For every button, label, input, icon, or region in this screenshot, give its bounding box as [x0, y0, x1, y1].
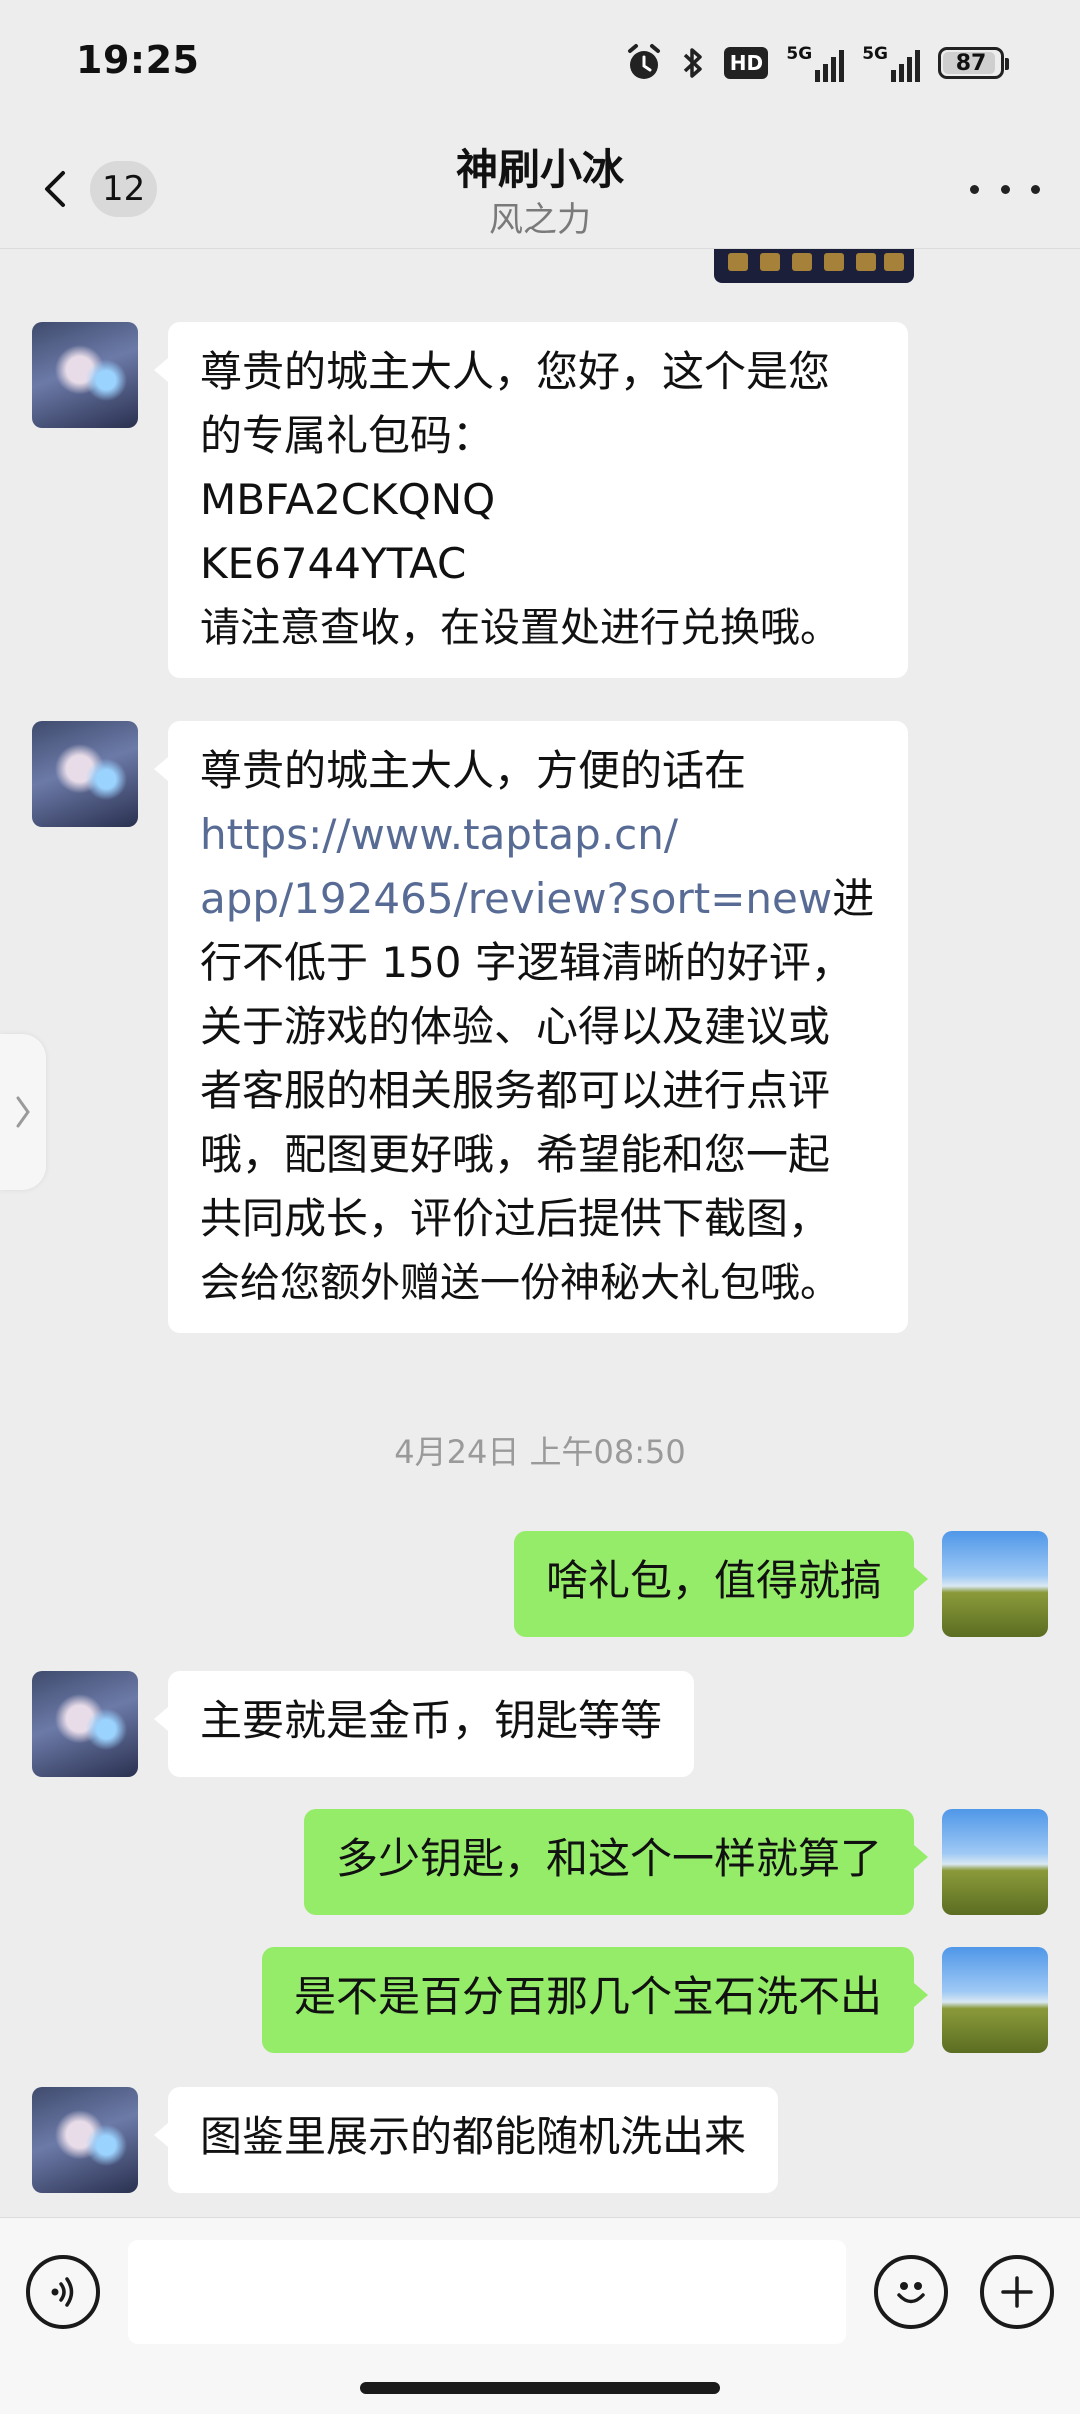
image-message-thumbnail[interactable] [714, 249, 914, 283]
chat-subtitle: 风之力 [489, 200, 591, 240]
alarm-icon [628, 44, 661, 79]
more-functions-button[interactable] [980, 2255, 1054, 2329]
more-dot-icon [970, 184, 979, 194]
message-text: 尊贵的城主大人，您好，这个是您 [200, 347, 831, 396]
contact-avatar[interactable] [32, 2087, 138, 2193]
outgoing-message[interactable]: 多少钥匙，和这个一样就算了 [303, 1809, 929, 1915]
emoji-icon [897, 2282, 925, 2304]
status-icons: HD 5G 5G 87 [626, 40, 1009, 86]
home-indicator[interactable] [360, 2382, 720, 2394]
review-link[interactable]: app/192465/review?sort=new [200, 874, 832, 923]
message-text: 进 [832, 874, 875, 923]
outgoing-message[interactable]: 是不是百分百那几个宝石洗不出 [261, 1947, 929, 2053]
message-text: 行不低于 150 字逻辑清晰的好评， [200, 938, 853, 987]
voice-icon [51, 2277, 74, 2307]
incoming-message[interactable]: 图鉴里展示的都能随机洗出来 [153, 2087, 779, 2193]
contact-avatar[interactable] [32, 322, 138, 428]
more-options-button[interactable] [970, 174, 1040, 204]
signal-5g-icon: 5G [786, 44, 845, 82]
chat-screen: 19:25 HD 5G 5G 87 12 神刷小冰 风之力 尊贵的城主大人，您好… [0, 0, 1080, 2414]
outgoing-message[interactable]: 啥礼包，值得就搞 [513, 1531, 929, 1637]
message-text: 尊贵的城主大人，方便的话在 [200, 746, 747, 795]
message-text: 主要就是金币，钥匙等等 [200, 1696, 663, 1745]
message-text: 图鉴里展示的都能随机洗出来 [200, 2112, 747, 2161]
message-text: 关于游戏的体验、心得以及建议或 [200, 1002, 831, 1051]
message-text: 会给您额外赠送一份神秘大礼包哦。 [200, 1260, 840, 1306]
message-text: 者客服的相关服务都可以进行点评 [200, 1066, 831, 1115]
chevron-right-icon [16, 1096, 30, 1128]
input-bar [0, 2217, 1080, 2414]
voice-input-button[interactable] [26, 2255, 100, 2329]
gift-code: KE6744YTAC [200, 539, 467, 588]
status-bar: 19:25 HD 5G 5G 87 [0, 0, 1080, 130]
contact-avatar[interactable] [32, 721, 138, 827]
message-text: 啥礼包，值得就搞 [545, 1556, 882, 1605]
side-drawer-handle[interactable] [0, 1034, 46, 1190]
message-timestamp: 4月24日 上午08:50 [394, 1433, 686, 1471]
chat-header: 12 神刷小冰 风之力 [0, 130, 1080, 249]
more-dot-icon [1000, 184, 1010, 194]
battery-level: 87 [955, 50, 987, 76]
gift-code: MBFA2CKQNQ [200, 475, 496, 524]
message-input[interactable] [128, 2240, 846, 2344]
message-text: 共同成长，评价过后提供下截图， [200, 1194, 831, 1243]
user-avatar[interactable] [942, 1947, 1048, 2053]
message-text: 多少钥匙，和这个一样就算了 [335, 1834, 882, 1883]
signal-5g-icon: 5G [862, 44, 920, 82]
user-avatar[interactable] [942, 1531, 1048, 1637]
message-text: 哦，配图更好哦，希望能和您一起 [200, 1130, 831, 1179]
user-avatar[interactable] [942, 1809, 1048, 1915]
incoming-message[interactable]: 主要就是金币，钥匙等等 [153, 1671, 695, 1777]
plus-icon [1001, 2276, 1033, 2308]
battery-indicator: 87 [938, 47, 1009, 79]
status-time: 19:25 [76, 38, 200, 82]
emoji-button[interactable] [874, 2255, 948, 2329]
more-dot-icon [1031, 184, 1040, 194]
review-link[interactable]: https://www.taptap.cn/ [200, 803, 876, 867]
message-text: 请注意查收，在设置处进行兑换哦。 [200, 605, 840, 651]
message-list[interactable]: 尊贵的城主大人，您好，这个是您 的专属礼包码： MBFA2CKQNQ KE674… [0, 249, 1080, 2217]
contact-avatar[interactable] [32, 1671, 138, 1777]
chat-title: 神刷小冰 [455, 145, 624, 194]
message-text: 是不是百分百那几个宝石洗不出 [293, 1972, 882, 2021]
incoming-message[interactable]: 尊贵的城主大人，方便的话在 https://www.taptap.cn/ app… [154, 721, 908, 1333]
bluetooth-icon [684, 48, 703, 78]
message-text: 的专属礼包码： [200, 411, 495, 460]
incoming-message[interactable]: 尊贵的城主大人，您好，这个是您 的专属礼包码： MBFA2CKQNQ KE674… [154, 322, 908, 678]
hd-icon: HD [724, 47, 769, 79]
